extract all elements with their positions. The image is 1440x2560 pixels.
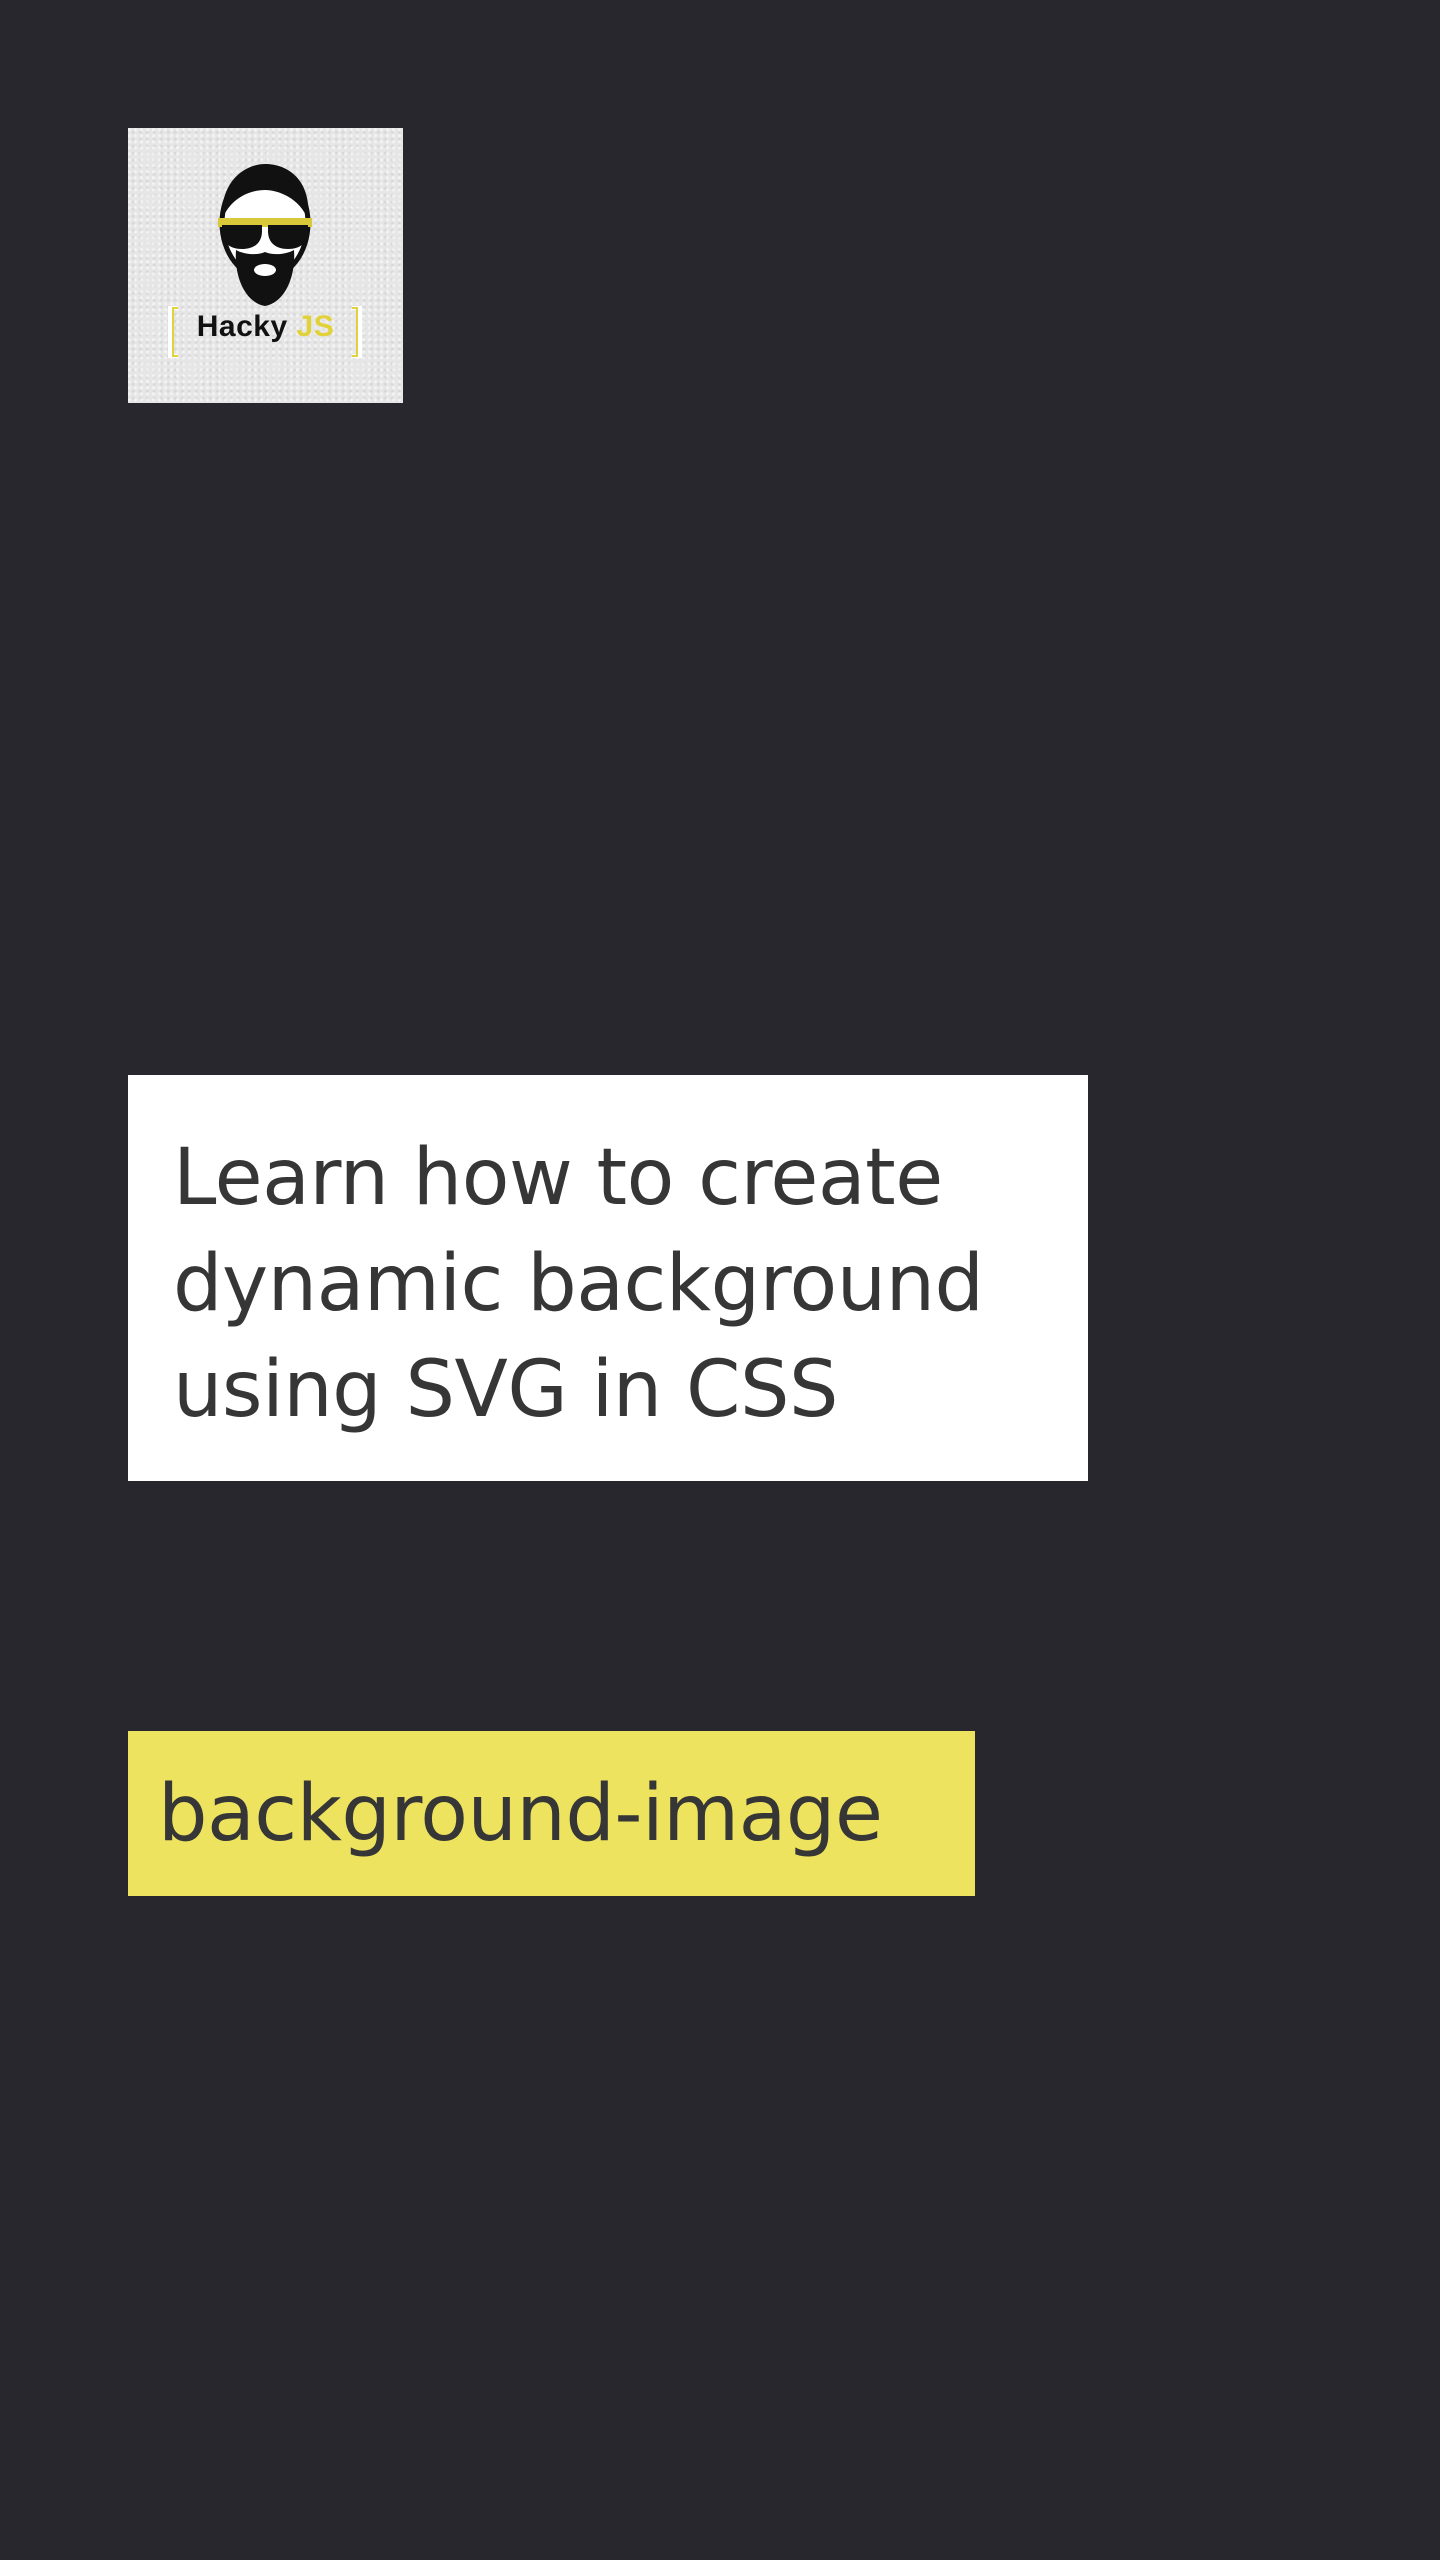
logo-brand-name: Hacky <box>196 310 288 343</box>
hackyjs-logo[interactable]: Hacky JS <box>128 128 403 403</box>
bearded-sunglasses-avatar-icon <box>168 164 362 358</box>
tag-chip[interactable]: background-image <box>128 1731 975 1896</box>
logo-brand-suffix: JS <box>296 310 335 343</box>
logo-wordmark: Hacky JS <box>128 310 403 344</box>
headline-title: Learn how to create dynamic background u… <box>173 1133 984 1435</box>
headline-card[interactable]: Learn how to create dynamic background u… <box>128 1075 1088 1481</box>
